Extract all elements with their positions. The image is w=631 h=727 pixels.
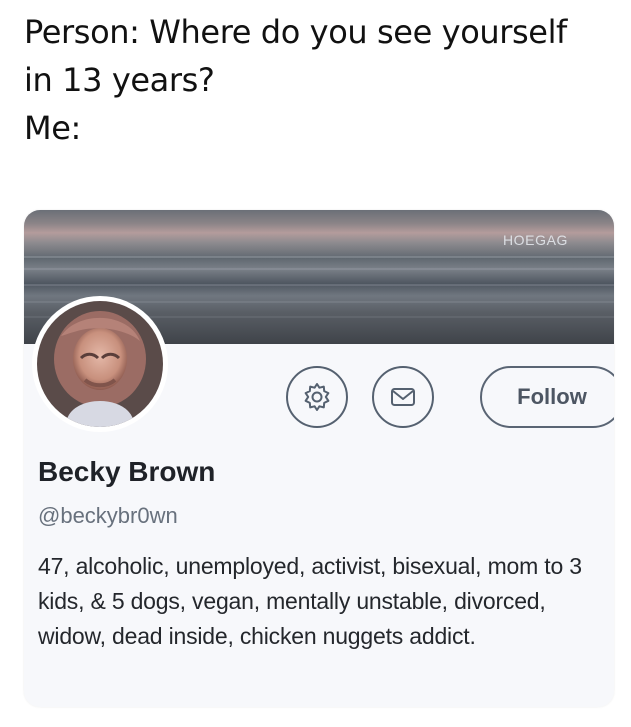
caption-line-3: Me: bbox=[24, 109, 81, 147]
profile-avatar[interactable] bbox=[32, 296, 168, 432]
meme-caption: Person: Where do you see yourself in 13 … bbox=[24, 8, 614, 152]
caption-line-2: in 13 years? bbox=[24, 61, 215, 99]
mail-icon bbox=[391, 388, 415, 406]
gear-icon bbox=[304, 383, 330, 411]
profile-name: Becky Brown bbox=[38, 456, 216, 487]
caption-line-1: Person: Where do you see yourself bbox=[24, 13, 567, 51]
settings-button[interactable] bbox=[286, 366, 348, 428]
meme-screenshot: Person: Where do you see yourself in 13 … bbox=[0, 0, 631, 727]
profile-handle[interactable]: @beckybr0wn bbox=[38, 503, 178, 529]
follow-button[interactable]: Follow bbox=[480, 366, 614, 428]
profile-card: HOEGAG Follow Becky Brown @beckybr0wn 47… bbox=[24, 210, 614, 707]
message-button[interactable] bbox=[372, 366, 434, 428]
profile-bio: 47, alcoholic, unemployed, activist, bis… bbox=[38, 553, 582, 649]
watermark-label: HOEGAG bbox=[502, 232, 568, 248]
